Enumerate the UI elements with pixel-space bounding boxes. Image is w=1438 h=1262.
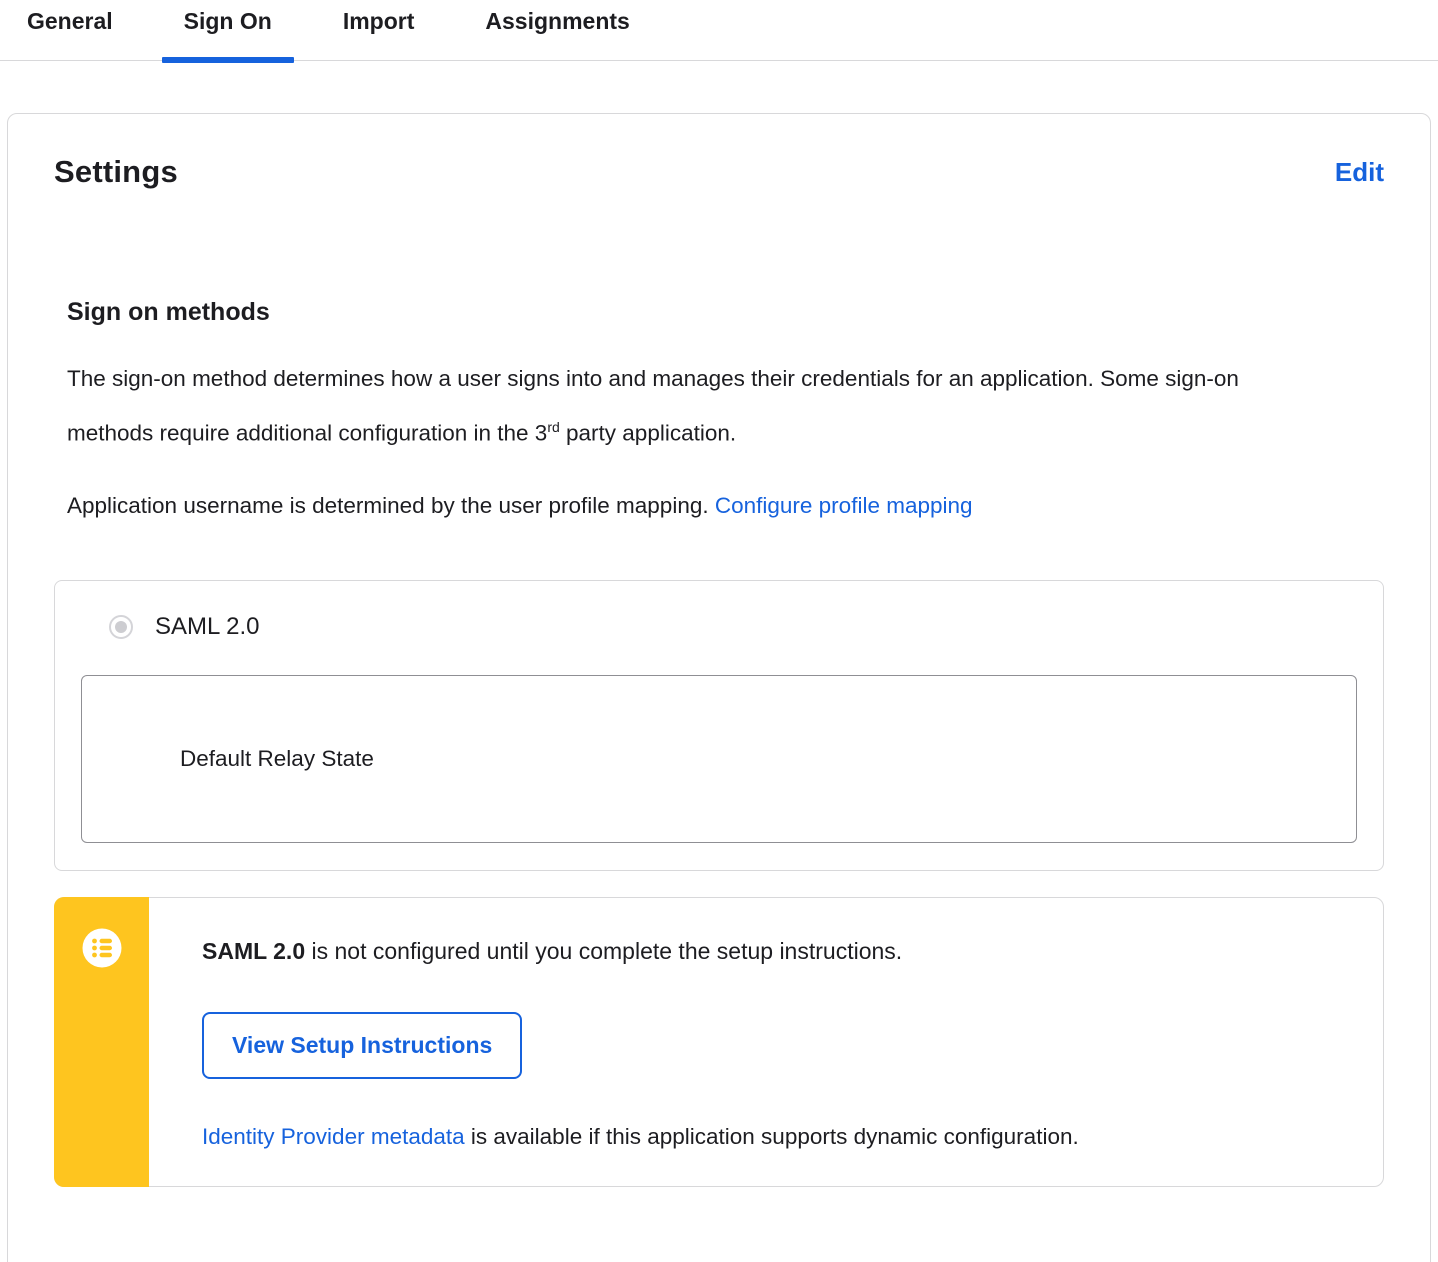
- page-title: Settings: [54, 154, 178, 189]
- edit-button[interactable]: Edit: [1335, 157, 1384, 188]
- sign-on-description: The sign-on method determines how a user…: [67, 355, 1307, 458]
- username-text: Application username is determined by th…: [67, 492, 715, 518]
- settings-header: Settings Edit: [54, 154, 1384, 190]
- identity-provider-metadata-link[interactable]: Identity Provider metadata: [202, 1124, 465, 1149]
- tab-assignments[interactable]: Assignments: [463, 0, 651, 60]
- app-tabs: General Sign On Import Assignments: [0, 0, 1438, 63]
- callout-message-bold: SAML 2.0: [202, 937, 306, 964]
- configure-profile-mapping-link[interactable]: Configure profile mapping: [715, 493, 973, 518]
- default-relay-state-field: Default Relay State: [81, 674, 1357, 843]
- callout-message-rest: is not configured until you complete the…: [305, 937, 903, 964]
- default-relay-state-label: Default Relay State: [180, 745, 374, 771]
- saml-setup-callout: SAML 2.0 is not configured until you com…: [54, 896, 1384, 1187]
- callout-metadata: Identity Provider metadata is available …: [202, 1121, 1343, 1153]
- sign-on-methods-section: Sign on methods The sign-on method deter…: [54, 298, 1384, 1187]
- settings-card: Settings Edit Sign on methods The sign-o…: [7, 113, 1431, 1262]
- saml-radio-button[interactable]: [109, 614, 133, 639]
- callout-metadata-rest: is available if this application support…: [464, 1123, 1079, 1149]
- saml-radio-label: SAML 2.0: [155, 612, 260, 640]
- description-text-end: party application.: [559, 420, 737, 446]
- section-title: Sign on methods: [67, 298, 270, 326]
- tab-import[interactable]: Import: [321, 0, 437, 60]
- view-setup-instructions-button[interactable]: View Setup Instructions: [202, 1011, 523, 1079]
- callout-yellow-strip: [54, 896, 149, 1187]
- description-superscript: rd: [547, 419, 560, 435]
- tab-sign-on[interactable]: Sign On: [161, 0, 295, 63]
- tab-general[interactable]: General: [5, 0, 135, 60]
- saml-radio-row: SAML 2.0: [81, 613, 1357, 641]
- callout-message: SAML 2.0 is not configured until you com…: [202, 935, 1343, 967]
- username-description: Application username is determined by th…: [67, 482, 1307, 530]
- saml-method-box: SAML 2.0 Default Relay State: [54, 579, 1384, 871]
